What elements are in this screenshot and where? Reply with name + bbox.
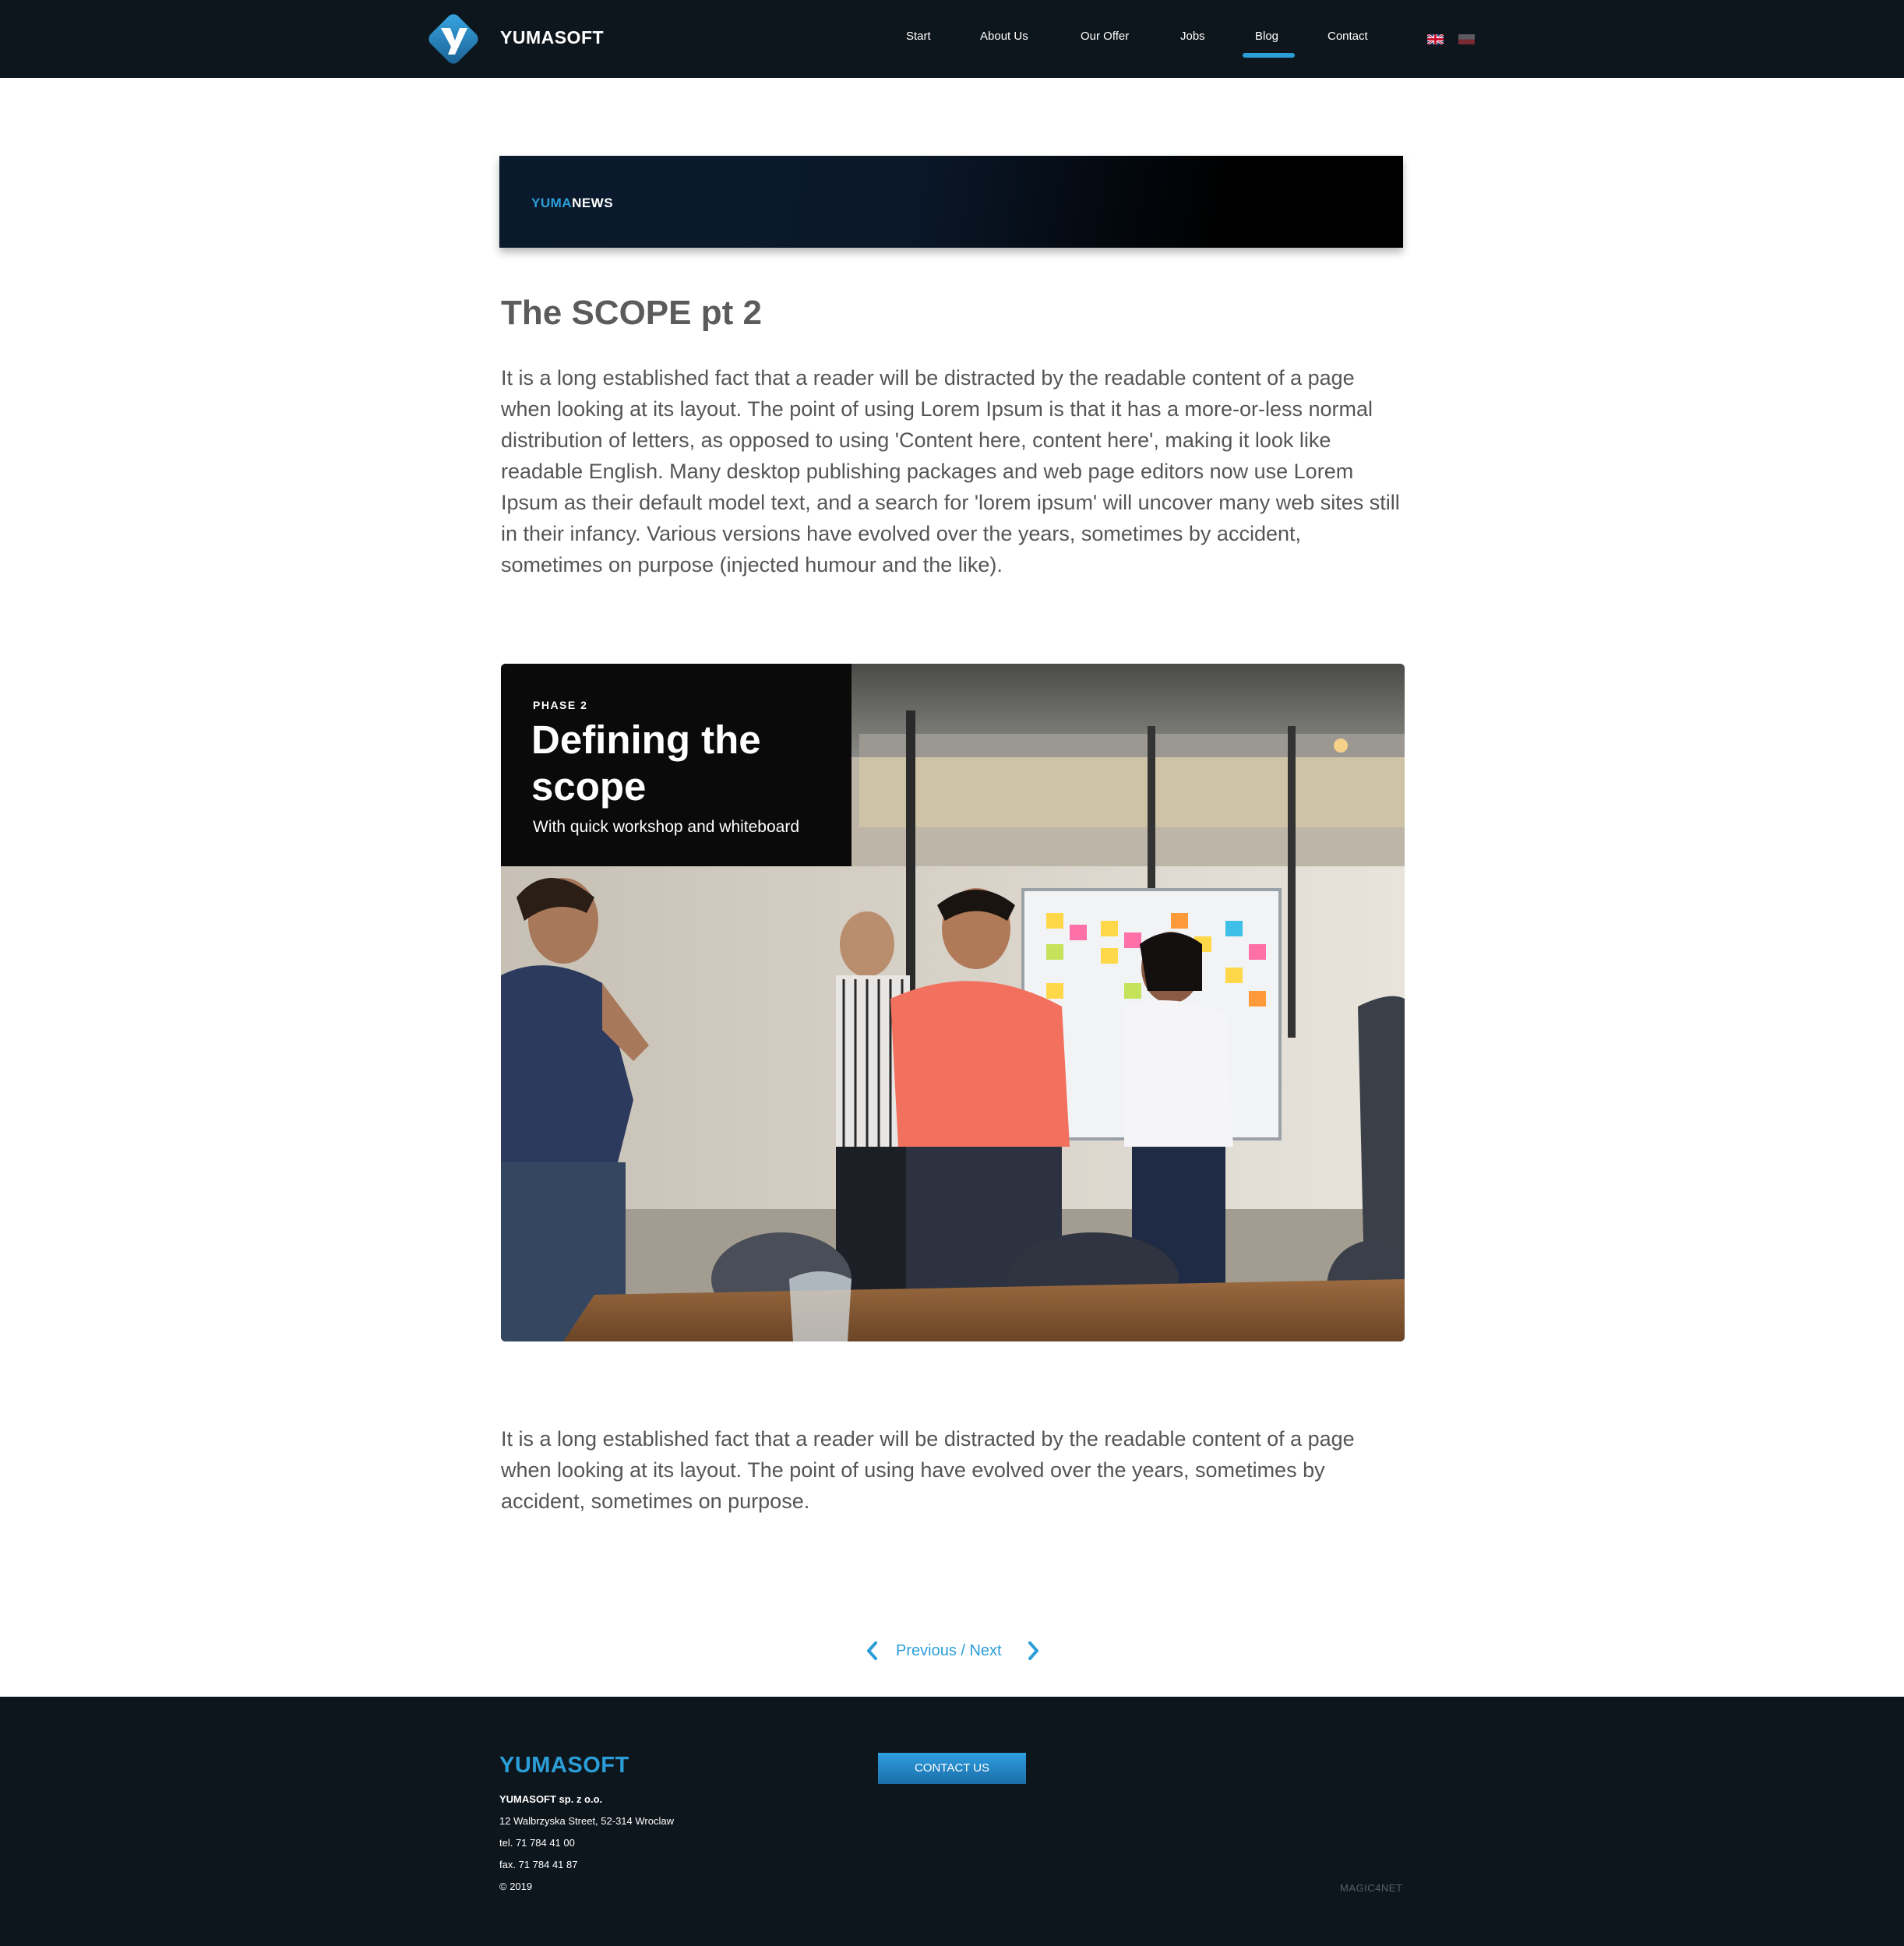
footer-phone: tel. 71 784 41 00 (499, 1837, 575, 1849)
yuma-news-banner: YUMANEWS (499, 156, 1403, 248)
footer-credit-link[interactable]: MAGIC4NET (1340, 1882, 1402, 1894)
pl-flag-icon[interactable] (1458, 34, 1475, 44)
chevron-right-icon[interactable] (1025, 1639, 1042, 1662)
nav-start[interactable]: Start (906, 30, 931, 43)
banner-title-part1: YUMA (531, 196, 573, 210)
brand-name[interactable]: YUMASOFT (500, 27, 604, 48)
yumasoft-logo-icon[interactable] (424, 9, 483, 69)
article-image: PHASE 2 Defining the scope With quick wo… (501, 664, 1405, 1341)
nav-our-offer[interactable]: Our Offer (1081, 30, 1129, 43)
previous-next-link[interactable]: Previous / Next (896, 1642, 1002, 1660)
footer-company-name: YUMASOFT sp. z o.o. (499, 1793, 603, 1805)
image-title: Defining the scope (531, 717, 761, 809)
banner-title-part2: NEWS (572, 196, 614, 210)
nav-jobs[interactable]: Jobs (1180, 30, 1205, 43)
image-subtitle: With quick workshop and whiteboard (533, 818, 800, 836)
footer-address: 12 Walbrzyska Street, 52-314 Wroclaw (499, 1815, 674, 1827)
contact-us-button[interactable]: CONTACT US (878, 1753, 1026, 1784)
nav-active-indicator (1243, 53, 1295, 58)
footer-fax: fax. 71 784 41 87 (499, 1859, 578, 1870)
nav-about-us[interactable]: About Us (980, 30, 1028, 43)
nav-contact[interactable]: Contact (1328, 30, 1368, 43)
article-title: The SCOPE pt 2 (501, 294, 762, 332)
footer (0, 1697, 1904, 1946)
footer-brand: YUMASOFT (499, 1753, 629, 1778)
banner-title: YUMANEWS (531, 196, 613, 211)
top-navigation-bar (0, 0, 1904, 78)
nav-blog[interactable]: Blog (1255, 30, 1278, 43)
en-flag-icon[interactable] (1427, 34, 1444, 44)
image-phase-label: PHASE 2 (533, 699, 588, 711)
article-paragraph-2: It is a long established fact that a rea… (501, 1427, 1355, 1513)
footer-copyright: © 2019 (499, 1881, 533, 1892)
image-caption-overlay: PHASE 2 Defining the scope With quick wo… (501, 664, 852, 866)
chevron-left-icon[interactable] (863, 1639, 880, 1662)
article-paragraph-1: It is a long established fact that a rea… (501, 366, 1400, 576)
